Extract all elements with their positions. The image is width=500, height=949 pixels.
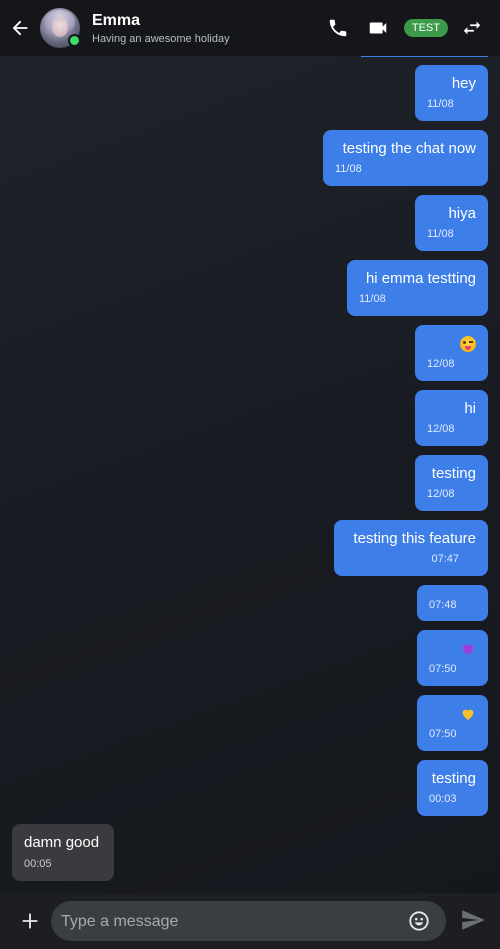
message-time: 11/08 <box>359 293 386 305</box>
message-time: 07:50 <box>429 663 457 675</box>
message-text: testing this feature <box>353 530 476 547</box>
message-bubble[interactable]: hey 11/08 <box>415 65 488 121</box>
message-text: damn good <box>24 834 100 851</box>
attach-button[interactable] <box>16 907 44 935</box>
message-bubble[interactable]: hi 12/08 <box>415 390 488 446</box>
purple-heart-emoji-icon <box>462 644 474 656</box>
message-composer <box>0 893 500 949</box>
message-bubble-incoming[interactable]: damn good 00:05 <box>12 824 114 881</box>
winking-tongue-emoji-icon <box>460 336 476 353</box>
message-time: 00:05 <box>24 858 52 870</box>
message-text: testing the chat now <box>342 140 476 157</box>
message-time: 11/08 <box>335 163 362 175</box>
switch-button[interactable] <box>454 0 490 56</box>
message-bubble[interactable]: testing 12/08 <box>415 455 488 511</box>
send-icon[interactable] <box>460 907 486 933</box>
message-text: testing <box>431 770 476 787</box>
message-time: 12/08 <box>427 358 455 370</box>
call-button[interactable] <box>318 0 358 56</box>
phone-icon <box>329 19 347 37</box>
message-text: hey <box>451 75 476 92</box>
contact-status: Having an awesome holiday <box>92 32 230 45</box>
message-bubble[interactable]: testing 00:03 <box>417 760 488 816</box>
message-text: hi emma testting <box>365 270 476 287</box>
video-call-button[interactable] <box>358 0 398 56</box>
message-bubble[interactable]: 07:50 <box>417 695 488 751</box>
message-time: 07:50 <box>429 728 457 740</box>
message-edge <box>361 56 488 57</box>
message-time: 00:03 <box>429 793 457 805</box>
avatar[interactable] <box>40 8 81 48</box>
message-bubble[interactable]: hiya 11/08 <box>415 195 488 251</box>
message-text: testing <box>431 465 476 482</box>
online-indicator <box>68 34 81 47</box>
video-camera-icon <box>369 22 387 34</box>
message-input-container <box>51 901 446 943</box>
message-time: 07:47 <box>431 553 459 565</box>
contact-name: Emma <box>92 11 141 29</box>
back-button[interactable] <box>0 0 40 56</box>
message-text: hiya <box>448 205 476 222</box>
contact-info[interactable]: Emma Having an awesome holiday <box>92 12 318 45</box>
message-bubble[interactable]: 07:50 <box>417 630 488 686</box>
message-bubble[interactable]: 07:48 <box>417 585 488 621</box>
message-bubble[interactable]: testing the chat now 11/08 <box>323 130 488 186</box>
message-input[interactable] <box>59 901 403 943</box>
swap-arrows-icon <box>463 21 481 35</box>
message-bubble[interactable]: hi emma testting 11/08 <box>347 260 488 316</box>
message-bubble[interactable]: 12/08 <box>415 325 488 381</box>
message-bubble[interactable]: testing this feature 07:47 <box>334 520 488 576</box>
arrow-left-icon <box>12 20 28 36</box>
plus-icon <box>22 913 38 929</box>
emoji-button-icon[interactable] <box>408 910 430 932</box>
test-badge[interactable]: TEST <box>403 19 448 37</box>
message-time: 11/08 <box>427 228 454 240</box>
message-time: 07:48 <box>429 599 457 611</box>
message-text: hi <box>464 400 476 417</box>
chat-header: Emma Having an awesome holiday TEST <box>0 0 500 56</box>
message-time: 12/08 <box>427 488 455 500</box>
message-time: 11/08 <box>427 98 454 110</box>
yellow-heart-emoji-icon <box>462 709 474 721</box>
message-time: 12/08 <box>427 423 455 435</box>
